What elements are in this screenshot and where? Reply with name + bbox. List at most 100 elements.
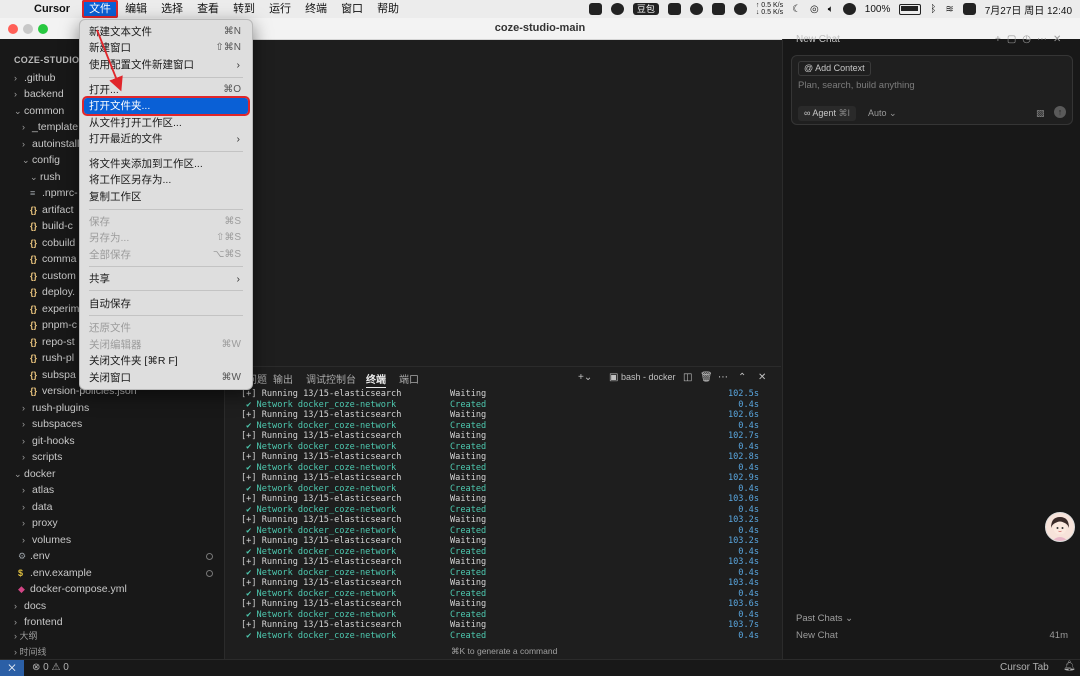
- tree-folder[interactable]: › scripts: [0, 449, 62, 465]
- outline-panel-header[interactable]: › 大纲: [14, 629, 38, 642]
- tree-folder[interactable]: › data: [0, 499, 52, 515]
- timeline-panel-header[interactable]: › 时间线: [14, 645, 47, 658]
- tree-file[interactable]: {} build-c: [0, 218, 73, 234]
- moon-icon[interactable]: ☾: [792, 4, 801, 15]
- tree-file[interactable]: {} deploy.: [0, 284, 75, 300]
- record-icon[interactable]: [689, 3, 703, 15]
- menu-new-window-with-profile[interactable]: 使用配置文件新建窗口 ›: [84, 57, 248, 73]
- tree-file[interactable]: {} comma: [0, 251, 76, 267]
- tree-folder[interactable]: › proxy: [0, 515, 58, 531]
- tree-file[interactable]: {} cobuild: [0, 235, 75, 251]
- bluetooth-icon[interactable]: ᛒ: [930, 4, 936, 15]
- assistant-avatar[interactable]: [1045, 512, 1075, 542]
- menu-go[interactable]: 转到: [226, 0, 262, 18]
- chat-input-box[interactable]: @ Add Context Plan, search, build anythi…: [791, 55, 1073, 125]
- past-chat-item[interactable]: New Chat 41m: [796, 630, 1068, 641]
- clipboard-icon[interactable]: [667, 3, 681, 15]
- datetime[interactable]: 7月27日 周日 12:40: [985, 2, 1072, 17]
- tree-file[interactable]: {} custom: [0, 268, 76, 284]
- more-icon[interactable]: ⋯: [718, 372, 728, 383]
- tab-debug-console[interactable]: 调试控制台: [306, 371, 356, 386]
- menu-duplicate-workspace[interactable]: 复制工作区: [84, 189, 248, 205]
- doubao-badge[interactable]: 豆包: [632, 3, 659, 15]
- wifi-icon[interactable]: ≋: [945, 4, 953, 15]
- tree-folder[interactable]: › frontend: [0, 614, 63, 630]
- bell-icon[interactable]: 🔔︎: [1063, 661, 1076, 672]
- tree-file[interactable]: {} artifact: [0, 202, 74, 218]
- tree-folder[interactable]: › volumes: [0, 532, 71, 548]
- tree-file[interactable]: ⚙ .env: [0, 548, 50, 564]
- tree-folder[interactable]: ⌄ docker: [0, 466, 56, 482]
- menu-terminal[interactable]: 终端: [298, 0, 334, 18]
- menu-add-folder-to-workspace[interactable]: 将文件夹添加到工作区...: [84, 156, 248, 172]
- menu-file[interactable]: 文件: [82, 0, 119, 18]
- tree-folder[interactable]: › subspaces: [0, 416, 82, 432]
- image-icon[interactable]: ▧: [1036, 108, 1045, 119]
- menu-window[interactable]: 窗口: [334, 0, 370, 18]
- menu-auto-save[interactable]: 自动保存: [84, 296, 248, 312]
- tab-output[interactable]: 输出: [273, 371, 293, 386]
- tree-folder[interactable]: › docs: [0, 598, 46, 614]
- menu-selection[interactable]: 选择: [154, 0, 190, 18]
- send-button[interactable]: ↑: [1054, 106, 1066, 118]
- battery-icon[interactable]: [899, 3, 922, 15]
- close-icon[interactable]: ✕: [1053, 34, 1067, 45]
- menu-share[interactable]: 共享 ›: [84, 271, 248, 287]
- window-icon[interactable]: ▢: [1007, 34, 1022, 45]
- tree-file[interactable]: ≡ .npmrc-: [0, 185, 78, 201]
- remote-indicator-icon[interactable]: ⨉: [0, 660, 24, 676]
- menu-save-as[interactable]: 另存为... ⇧⌘S: [84, 230, 248, 246]
- docker-icon[interactable]: [610, 3, 624, 15]
- close-panel-icon[interactable]: ✕: [758, 372, 766, 383]
- app-tray-icon[interactable]: [842, 3, 856, 15]
- menu-save-all[interactable]: 全部保存 ⌥⌘S: [84, 247, 248, 263]
- tree-folder[interactable]: › git-hooks: [0, 433, 75, 449]
- menu-revert-file[interactable]: 还原文件: [84, 320, 248, 336]
- vpn-icon[interactable]: [733, 3, 747, 15]
- maximize-panel-icon[interactable]: ⌃: [738, 372, 746, 383]
- tab-ports[interactable]: 端口: [399, 371, 419, 386]
- history-icon[interactable]: ◷: [1022, 34, 1037, 45]
- shell-selector[interactable]: bash - docker: [621, 372, 676, 382]
- tree-folder[interactable]: ⌄ common: [0, 103, 64, 119]
- tree-folder[interactable]: › .github: [0, 70, 56, 86]
- menu-edit[interactable]: 编辑: [118, 0, 154, 18]
- tree-folder[interactable]: › rush-plugins: [0, 400, 89, 416]
- tree-file[interactable]: $ .env.example: [0, 565, 92, 581]
- add-context-button[interactable]: @ Add Context: [798, 61, 871, 76]
- menu-run[interactable]: 运行: [262, 0, 298, 18]
- tree-folder[interactable]: ⌄ config: [0, 152, 60, 168]
- split-terminal-icon[interactable]: ◫: [683, 372, 692, 383]
- new-terminal-icon[interactable]: +⌄: [578, 372, 592, 383]
- tree-file[interactable]: {} pnpm-c: [0, 317, 77, 333]
- menu-help[interactable]: 帮助: [370, 0, 406, 18]
- plus-icon[interactable]: +: [995, 34, 1007, 45]
- tree-folder[interactable]: › atlas: [0, 482, 54, 498]
- menu-close-editor[interactable]: 关闭编辑器 ⌘W: [84, 337, 248, 353]
- menu-open[interactable]: 打开... ⌘O: [84, 82, 248, 98]
- chat-input[interactable]: Plan, search, build anything: [798, 80, 915, 91]
- model-selector[interactable]: Auto ⌄: [868, 108, 897, 119]
- tree-folder[interactable]: › backend: [0, 86, 64, 102]
- wifi-extra-icon[interactable]: ◎: [810, 4, 819, 15]
- tree-file[interactable]: ◆ docker-compose.yml: [0, 581, 127, 597]
- tree-folder[interactable]: › _template: [0, 119, 78, 135]
- menu-open-recent[interactable]: 打开最近的文件 ›: [84, 131, 248, 147]
- menu-save[interactable]: 保存 ⌘S: [84, 214, 248, 230]
- agent-mode-button[interactable]: ∞ Agent ⌘I: [798, 106, 856, 121]
- tree-folder[interactable]: › autoinstall: [0, 136, 79, 152]
- menu-new-text-file[interactable]: 新建文本文件 ⌘N: [84, 24, 248, 40]
- trash-icon[interactable]: 🗑︎: [700, 372, 713, 383]
- tree-file[interactable]: {} repo-st: [0, 334, 75, 350]
- tree-file[interactable]: {} subspa: [0, 367, 76, 383]
- volume-icon[interactable]: 🔈︎: [828, 4, 834, 15]
- eye-icon[interactable]: [711, 3, 725, 15]
- menu-close-folder[interactable]: 关闭文件夹 [⌘R F]: [84, 353, 248, 369]
- tree-folder[interactable]: ⌄ rush: [0, 169, 60, 185]
- tab-terminal[interactable]: 终端: [366, 371, 386, 388]
- cursor-tab-status[interactable]: Cursor Tab: [1000, 662, 1049, 673]
- explorer-root-label[interactable]: COZE-STUDIO-: [14, 55, 83, 65]
- wps-icon[interactable]: [588, 3, 602, 15]
- menu-view[interactable]: 查看: [190, 0, 226, 18]
- app-menu[interactable]: Cursor: [30, 3, 74, 15]
